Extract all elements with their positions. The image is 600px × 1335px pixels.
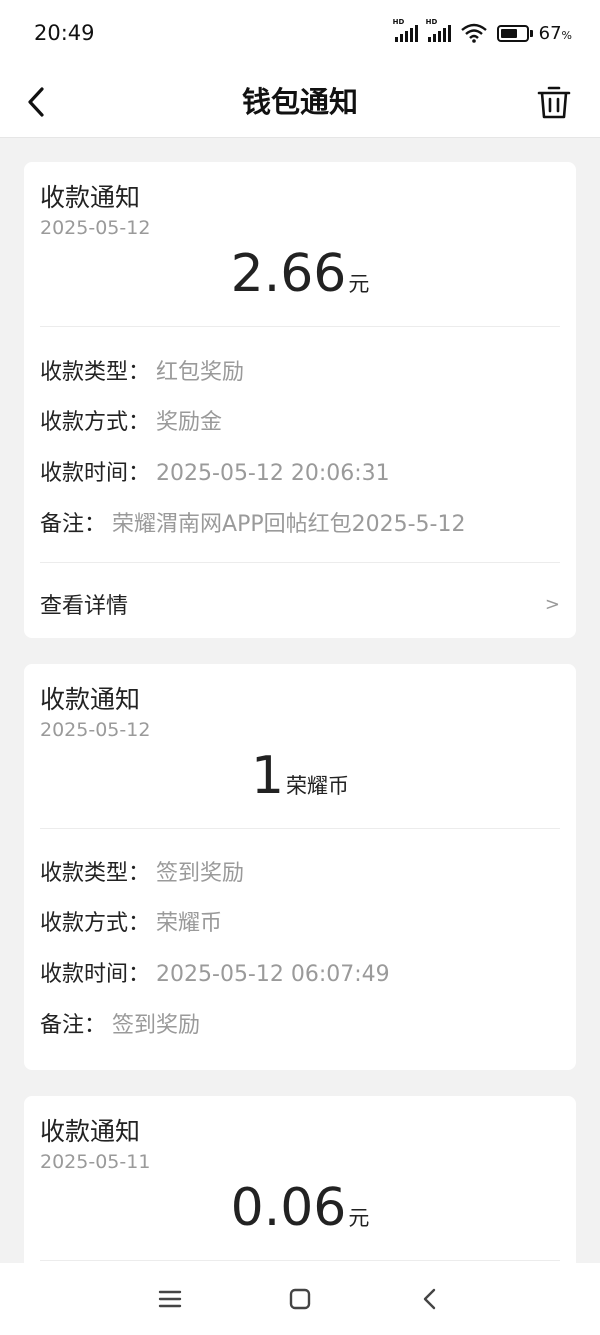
amount-value: 0.06 [230,1178,347,1238]
status-time: 20:49 [34,21,95,45]
divider [40,562,560,563]
battery-percent: 67% [538,22,572,44]
system-back-button[interactable] [410,1279,450,1319]
row-label: 收款方式： [40,410,151,435]
system-nav-bar [0,1263,600,1335]
row-value: 2025-05-12 20:06:31 [156,461,390,486]
info-row-remark: 备注： 签到奖励 [40,1009,560,1043]
card-title: 收款通知 [40,685,141,714]
info-row-type: 收款类型： 红包奖励 [40,356,560,390]
row-label: 备注： [40,512,107,537]
row-value: 奖励金 [156,410,223,435]
row-label: 收款时间： [40,461,151,486]
status-bar: 20:49 HD HD 67% [0,0,600,66]
battery-fill [500,28,517,38]
chevron-left-icon [28,87,44,117]
row-value: 2025-05-12 06:07:49 [156,962,390,987]
menu-button[interactable] [150,1279,190,1319]
hd-label: HD [392,18,405,26]
hd-label-2: HD [425,18,438,26]
amount-unit: 元 [348,272,370,296]
info-row-method: 收款方式： 奖励金 [40,406,560,440]
row-label: 收款类型： [40,360,151,385]
info-row-method: 收款方式： 荣耀币 [40,907,560,941]
wifi-icon [460,23,487,43]
battery-icon: 67% [496,22,572,44]
notification-card: 收款通知 2025-05-12 2.66元 收款类型： 红包奖励 收款方式： 奖励金… [24,162,576,638]
amount: 0.06元 [24,1178,576,1238]
info-row-remark: 备注： 荣耀渭南网APP回帖红包2025-5-12 [40,508,560,542]
row-value: 签到奖励 [112,1013,201,1038]
info-row-time: 收款时间： 2025-05-12 20:06:31 [40,457,560,491]
amount-value: 2.66 [230,244,347,304]
view-details-link[interactable]: 查看详情 > [40,584,560,624]
delete-button[interactable] [530,78,578,126]
nav-bar: 钱包通知 [0,66,600,138]
row-value: 红包奖励 [156,360,245,385]
info-row-time: 收款时间： 2025-05-12 06:07:49 [40,958,560,992]
view-details-label: 查看详情 [40,594,129,619]
home-icon [289,1288,311,1310]
divider [40,828,560,829]
row-label: 收款方式： [40,911,151,936]
row-value: 荣耀币 [156,911,223,936]
amount: 2.66元 [24,244,576,304]
amount-value: 1 [250,746,285,806]
menu-icon [158,1290,182,1308]
signal-icon: HD [393,18,418,42]
back-button[interactable] [14,78,58,126]
divider [40,326,560,327]
card-title: 收款通知 [40,1117,141,1146]
back-icon [423,1288,436,1310]
row-value: 签到奖励 [156,861,245,886]
trash-icon [537,86,571,119]
amount: 1荣耀币 [24,746,576,806]
notification-card: 收款通知 2025-05-12 1荣耀币 收款类型： 签到奖励 收款方式： 荣耀币 … [24,664,576,1070]
row-label: 收款类型： [40,861,151,886]
chevron-right-icon: > [544,593,560,615]
row-value: 荣耀渭南网APP回帖红包2025-5-12 [112,512,466,537]
card-title: 收款通知 [40,183,141,212]
row-label: 收款时间： [40,962,151,987]
info-row-type: 收款类型： 签到奖励 [40,857,560,891]
amount-unit: 元 [348,1206,370,1230]
card-date: 2025-05-11 [40,1151,151,1173]
card-date: 2025-05-12 [40,217,151,239]
amount-unit: 荣耀币 [286,774,350,798]
divider [40,1260,560,1261]
signal-icon-2: HD [426,18,451,42]
card-date: 2025-05-12 [40,719,151,741]
row-label: 备注： [40,1013,107,1038]
home-button[interactable] [280,1279,320,1319]
page-title: 钱包通知 [241,85,358,119]
status-icons: HD HD 67% [393,18,572,44]
